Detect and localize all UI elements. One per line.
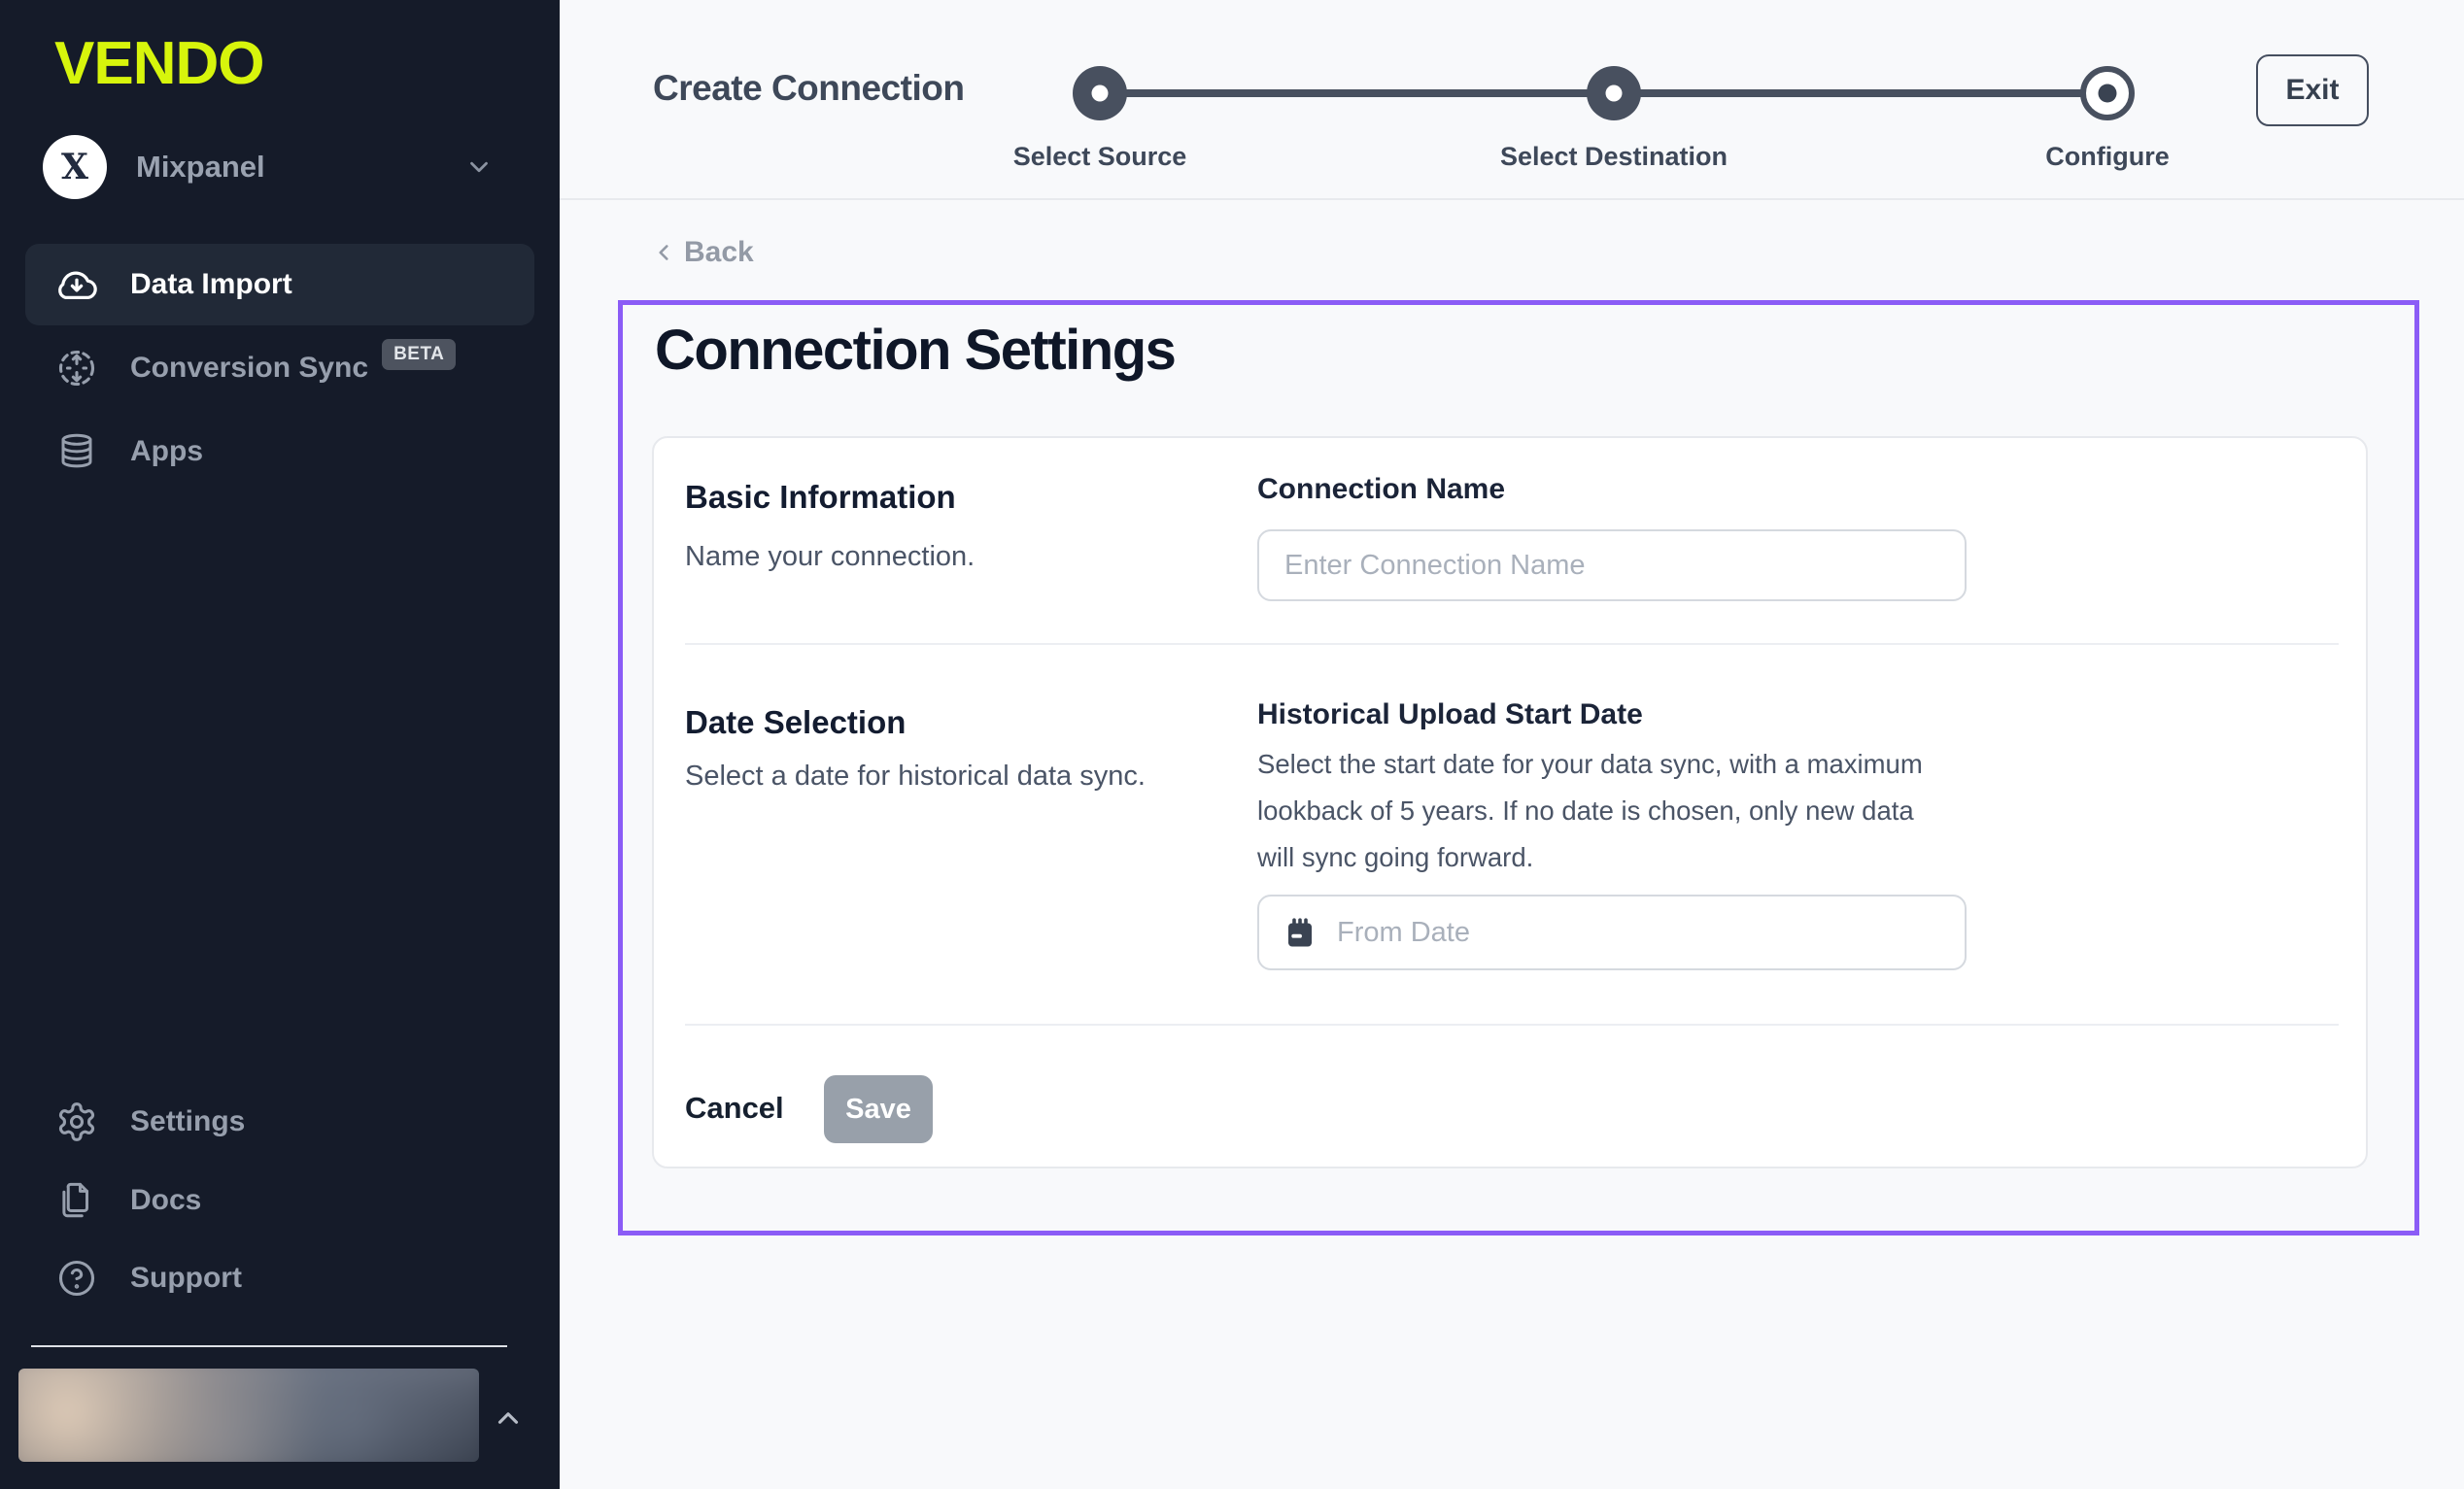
connection-name-label: Connection Name xyxy=(1257,473,1505,506)
date-selection-description: Select a date for historical data sync. xyxy=(685,761,1146,793)
save-button[interactable]: Save xyxy=(824,1075,933,1143)
sidebar-item-label: Apps xyxy=(130,435,203,468)
workspace-name: Mixpanel xyxy=(136,150,265,185)
sidebar-item-settings[interactable]: Settings xyxy=(25,1081,534,1163)
header-divider xyxy=(560,198,2464,200)
panel-title: Connection Settings xyxy=(655,318,1175,383)
section-divider xyxy=(685,1024,2339,1026)
page-title: Create Connection xyxy=(653,68,964,109)
step-dot-select-destination xyxy=(1587,66,1641,120)
sidebar-item-label: Settings xyxy=(130,1105,245,1138)
gear-icon xyxy=(54,1100,99,1144)
sidebar-divider xyxy=(31,1345,507,1347)
sidebar-item-label: Docs xyxy=(130,1184,201,1217)
back-label: Back xyxy=(684,236,754,269)
chevron-down-icon xyxy=(464,152,494,182)
docs-icon xyxy=(54,1178,99,1223)
section-divider xyxy=(685,643,2339,645)
settings-card: Basic Information Name your connection. … xyxy=(652,436,2368,1168)
sidebar-item-conversion-sync[interactable]: Conversion Sync BETA xyxy=(25,327,534,409)
connection-name-input[interactable] xyxy=(1257,529,1967,601)
back-link[interactable]: Back xyxy=(651,236,754,269)
sidebar-item-data-import[interactable]: Data Import xyxy=(25,244,534,325)
workspace-selector[interactable]: X Mixpanel xyxy=(43,134,521,200)
user-avatar xyxy=(18,1369,479,1462)
chevron-left-icon xyxy=(651,240,676,265)
app-root: VENDO X Mixpanel Data Import xyxy=(0,0,2464,1489)
step-dot-select-source xyxy=(1073,66,1127,120)
step-label-configure: Configure xyxy=(2045,142,2170,172)
beta-badge: BETA xyxy=(382,339,456,370)
step-dot-configure xyxy=(2080,66,2135,120)
sidebar-item-docs[interactable]: Docs xyxy=(25,1160,534,1241)
basic-information-title: Basic Information xyxy=(685,479,956,516)
sidebar-item-label: Data Import xyxy=(130,268,292,301)
workspace-avatar-letter: X xyxy=(61,147,88,187)
exit-button[interactable]: Exit xyxy=(2256,54,2369,126)
main-content: Create Connection Select Source Select D… xyxy=(560,0,2464,1489)
sync-move-icon xyxy=(54,346,99,390)
historical-upload-start-date-label: Historical Upload Start Date xyxy=(1257,698,1643,731)
mixpanel-logo-icon: X xyxy=(43,135,107,199)
database-icon xyxy=(54,429,99,474)
sidebar-item-apps[interactable]: Apps xyxy=(25,411,534,492)
chevron-up-icon[interactable] xyxy=(492,1402,525,1435)
sidebar-item-support[interactable]: Support xyxy=(25,1237,534,1319)
vendo-logo: VENDO xyxy=(54,29,263,98)
sidebar-item-label: Support xyxy=(130,1262,242,1295)
sidebar-item-label: Conversion Sync xyxy=(130,352,368,385)
user-profile-blurred[interactable] xyxy=(18,1369,479,1462)
basic-information-description: Name your connection. xyxy=(685,541,975,573)
date-selection-title: Date Selection xyxy=(685,704,906,741)
cancel-button[interactable]: Cancel xyxy=(685,1091,784,1126)
historical-upload-description: Select the start date for your data sync… xyxy=(1257,741,1952,881)
calendar-icon xyxy=(1283,916,1318,951)
from-date-field xyxy=(1257,895,1967,970)
step-label-select-destination: Select Destination xyxy=(1500,142,1728,172)
connection-settings-panel: Connection Settings Basic Information Na… xyxy=(618,300,2419,1235)
help-icon xyxy=(54,1256,99,1301)
from-date-input[interactable] xyxy=(1257,895,1967,970)
step-label-select-source: Select Source xyxy=(1013,142,1187,172)
sidebar: VENDO X Mixpanel Data Import xyxy=(0,0,560,1489)
cloud-download-icon xyxy=(54,262,99,307)
